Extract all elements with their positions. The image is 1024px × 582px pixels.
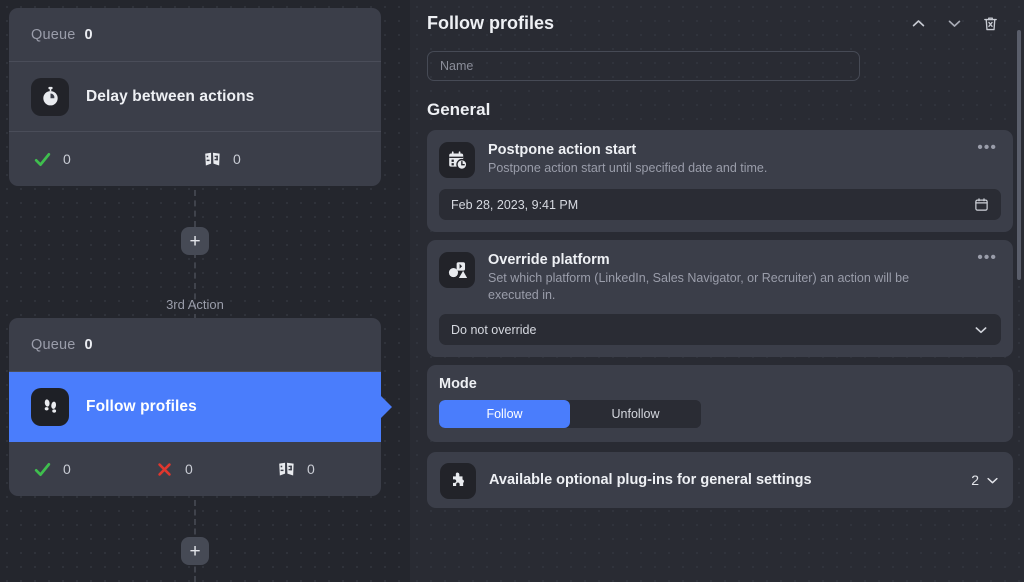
mode-option-follow[interactable]: Follow: [439, 400, 570, 429]
page-title: Follow profiles: [427, 12, 555, 33]
check-icon: [31, 148, 53, 170]
workflow-canvas: + 3rd Action Queue 0 Delay between actio…: [0, 0, 410, 582]
plugins-count-value: 2: [971, 472, 979, 489]
connector-label-3rd-action: 3rd Action: [166, 297, 224, 312]
action-title-row[interactable]: Delay between actions: [9, 62, 381, 132]
action-card-title: Follow profiles: [86, 397, 197, 415]
panel-header: Follow profiles: [427, 0, 1009, 42]
stat-masks: 0: [201, 148, 241, 170]
add-action-button-2[interactable]: +: [181, 537, 209, 565]
stat-failed: 0: [153, 458, 275, 480]
mode-card: Mode Follow Unfollow: [427, 365, 1013, 443]
add-action-button-1[interactable]: +: [181, 227, 209, 255]
theater-masks-icon: [275, 458, 297, 480]
option-header: Override platform Set which platform (Li…: [439, 250, 1001, 303]
option-menu-button[interactable]: •••: [973, 250, 1001, 267]
stat-success-value: 0: [63, 461, 71, 477]
chevron-down-icon[interactable]: [944, 13, 964, 33]
action-card-delay[interactable]: Queue 0 Delay between actions 0 0: [9, 8, 381, 186]
plugins-count: 2: [971, 472, 1000, 488]
postpone-date-value: Feb 28, 2023, 9:41 PM: [451, 197, 579, 212]
stats-row: 0 0: [9, 442, 381, 496]
option-header: Postpone action start Postpone action st…: [439, 140, 1001, 178]
stat-success: 0: [31, 458, 153, 480]
panel-header-actions: [908, 13, 1009, 33]
stat-failed-value: 0: [185, 461, 193, 477]
stats-row: 0 0: [9, 132, 381, 186]
chevron-down-icon[interactable]: [973, 322, 989, 338]
queue-count: 0: [84, 26, 93, 43]
stat-masks: 0: [275, 458, 315, 480]
option-card-override-platform: Override platform Set which platform (Li…: [427, 240, 1013, 358]
option-description: Set which platform (LinkedIn, Sales Navi…: [488, 271, 910, 302]
override-platform-value: Do not override: [451, 322, 537, 337]
stat-masks-value: 0: [307, 461, 315, 477]
option-title: Postpone action start: [488, 142, 637, 158]
name-input[interactable]: [427, 51, 860, 81]
panel-scrollbar[interactable]: [1017, 30, 1021, 280]
option-menu-button[interactable]: •••: [973, 140, 1001, 157]
calendar-icon[interactable]: [974, 197, 989, 212]
stat-masks-value: 0: [233, 151, 241, 167]
mode-option-unfollow[interactable]: Unfollow: [570, 400, 701, 429]
footprints-icon: [31, 387, 69, 426]
option-card-postpone-action-start: Postpone action start Postpone action st…: [427, 130, 1013, 232]
action-title-row-selected[interactable]: Follow profiles: [9, 372, 381, 442]
puzzle-piece-icon: [440, 462, 476, 499]
chevron-down-icon[interactable]: [985, 473, 1000, 488]
queue-label: Queue: [31, 336, 76, 353]
cross-icon: [153, 458, 175, 480]
option-text: Postpone action start Postpone action st…: [488, 141, 960, 177]
check-icon: [31, 458, 53, 480]
option-title: Override platform: [488, 252, 610, 268]
theater-masks-icon: [201, 148, 223, 170]
app-root: + 3rd Action Queue 0 Delay between actio…: [0, 0, 1024, 582]
mode-segmented-control: Follow Unfollow: [439, 400, 701, 429]
stat-success-value: 0: [63, 151, 71, 167]
action-card-title: Delay between actions: [86, 87, 255, 105]
queue-row: Queue 0: [9, 318, 381, 372]
calendar-clock-icon: [439, 142, 475, 178]
plugins-title: Available optional plug-ins for general …: [489, 472, 812, 489]
postpone-date-field[interactable]: Feb 28, 2023, 9:41 PM: [439, 189, 1001, 220]
details-panel: Follow profiles General: [410, 0, 1024, 582]
mode-label: Mode: [439, 376, 477, 393]
queue-count: 0: [84, 336, 93, 353]
action-card-follow-profiles[interactable]: Queue 0 Follow profiles 0 0 0: [9, 318, 381, 496]
trash-icon[interactable]: [980, 13, 1000, 33]
queue-row: Queue 0: [9, 8, 381, 62]
override-platform-select[interactable]: Do not override: [439, 314, 1001, 346]
queue-label: Queue: [31, 26, 76, 43]
stat-success: 0: [31, 148, 201, 170]
chevron-up-icon[interactable]: [908, 13, 928, 33]
option-description: Postpone action start until specified da…: [488, 161, 768, 175]
general-heading: General: [427, 100, 491, 119]
option-text: Override platform Set which platform (Li…: [488, 251, 960, 303]
override-platform-icon: [439, 252, 475, 288]
plugins-bar[interactable]: Available optional plug-ins for general …: [427, 452, 1013, 509]
stopwatch-icon: [31, 77, 69, 116]
